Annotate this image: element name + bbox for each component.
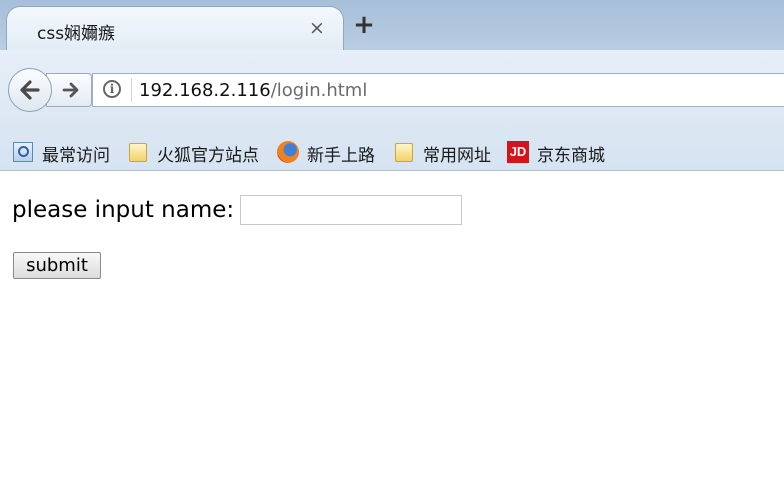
bookmarks-toolbar: 最常访问 火狐官方站点 新手上路 常用网址 JD 京东商城 <box>0 132 784 170</box>
url-separator <box>131 78 132 102</box>
name-input[interactable] <box>240 195 463 225</box>
forward-arrow-icon <box>62 82 79 98</box>
bookmark-label: 新手上路 <box>307 146 375 166</box>
tab-strip: css娴嬭瘯 × + <box>0 0 784 50</box>
back-button[interactable] <box>8 68 52 112</box>
url-text[interactable]: 192.168.2.116/login.html <box>139 80 367 101</box>
jd-icon: JD <box>506 140 530 164</box>
browser-chrome: css娴嬭瘯 × + i 192.168.2.116/login.html 最常… <box>0 0 784 171</box>
most-visited-icon <box>11 140 35 164</box>
firefox-icon <box>276 140 300 164</box>
folder-icon <box>392 140 416 164</box>
back-arrow-icon <box>20 80 40 100</box>
navigation-bar: i 192.168.2.116/login.html <box>0 50 784 132</box>
url-bar[interactable]: i 192.168.2.116/login.html <box>92 73 784 107</box>
page-content: please input name: submit <box>0 171 784 497</box>
bookmark-label: 最常访问 <box>42 146 110 166</box>
tab-title: css娴嬭瘯 <box>37 24 116 44</box>
url-path: /login.html <box>270 80 368 101</box>
bookmark-label: 京东商城 <box>537 146 605 166</box>
tab-close-icon[interactable]: × <box>307 18 327 38</box>
jd-logo-text: JD <box>507 141 529 163</box>
new-tab-button[interactable]: + <box>352 12 376 38</box>
site-info-icon[interactable]: i <box>103 80 121 98</box>
submit-button[interactable]: submit <box>13 252 101 279</box>
forward-button[interactable] <box>46 73 92 107</box>
bookmark-label: 常用网址 <box>423 146 491 166</box>
folder-icon <box>126 140 150 164</box>
tab-active[interactable]: css娴嬭瘯 × <box>6 6 344 50</box>
name-form-row: please input name: <box>12 195 463 227</box>
bookmark-label: 火狐官方站点 <box>157 146 259 166</box>
name-label: please input name: <box>12 197 235 223</box>
url-host: 192.168.2.116 <box>139 80 271 101</box>
back-forward-group <box>6 66 92 114</box>
